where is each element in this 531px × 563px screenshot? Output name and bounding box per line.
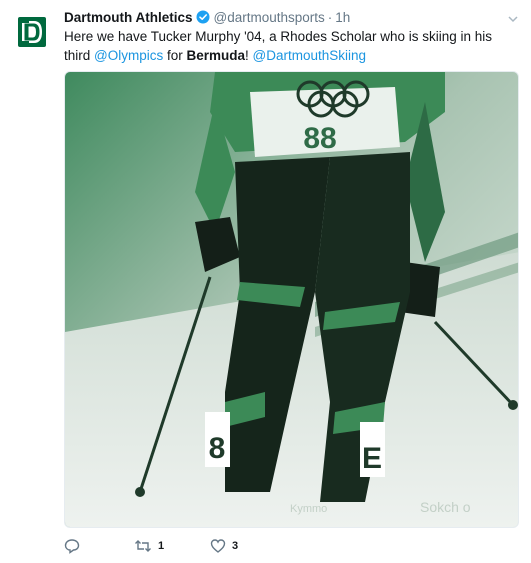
tweet-text-part: ! <box>245 48 253 63</box>
tweet-timestamp[interactable]: 1h <box>335 10 350 25</box>
avatar[interactable] <box>12 12 52 52</box>
heart-icon <box>210 539 226 553</box>
reply-button[interactable] <box>64 536 86 556</box>
sponsor-text: Sokch o <box>420 499 471 515</box>
brand-text: Kymmo <box>290 503 327 515</box>
separator-dot: · <box>327 10 333 25</box>
author-handle[interactable]: @dartmouthsports <box>214 10 325 25</box>
retweet-button[interactable]: 1 <box>134 536 164 556</box>
bib-number: 88 <box>303 122 336 155</box>
dartmouth-d-logo-icon <box>18 17 46 47</box>
tweet-photo[interactable]: 88 8 E Sokch o Kymmo <box>64 71 519 528</box>
like-button[interactable]: 3 <box>210 536 238 556</box>
skier-photo-image: 88 8 E Sokch o Kymmo <box>65 72 518 527</box>
tweet-text-part: for <box>163 48 187 63</box>
tweet-text: Here we have Tucker Murphy '04, a Rhodes… <box>64 27 519 65</box>
retweet-count: 1 <box>158 540 165 552</box>
mention-skiing-link[interactable]: @DartmouthSkiing <box>253 48 367 63</box>
like-count: 3 <box>232 540 239 552</box>
leg-number-left: 8 <box>209 432 226 465</box>
bermuda-bold-text: Bermuda <box>186 48 246 63</box>
reply-icon <box>64 539 80 554</box>
tweet-card[interactable]: Dartmouth Athletics @dartmouthsports · 1h H… <box>0 0 531 563</box>
author-name[interactable]: Dartmouth Athletics <box>64 10 193 25</box>
mention-olympics-link[interactable]: @Olympics <box>94 48 163 63</box>
leg-number-right: E <box>362 442 382 475</box>
retweet-icon <box>135 540 151 552</box>
tweet-header: Dartmouth Athletics @dartmouthsports · 1h <box>64 9 350 27</box>
